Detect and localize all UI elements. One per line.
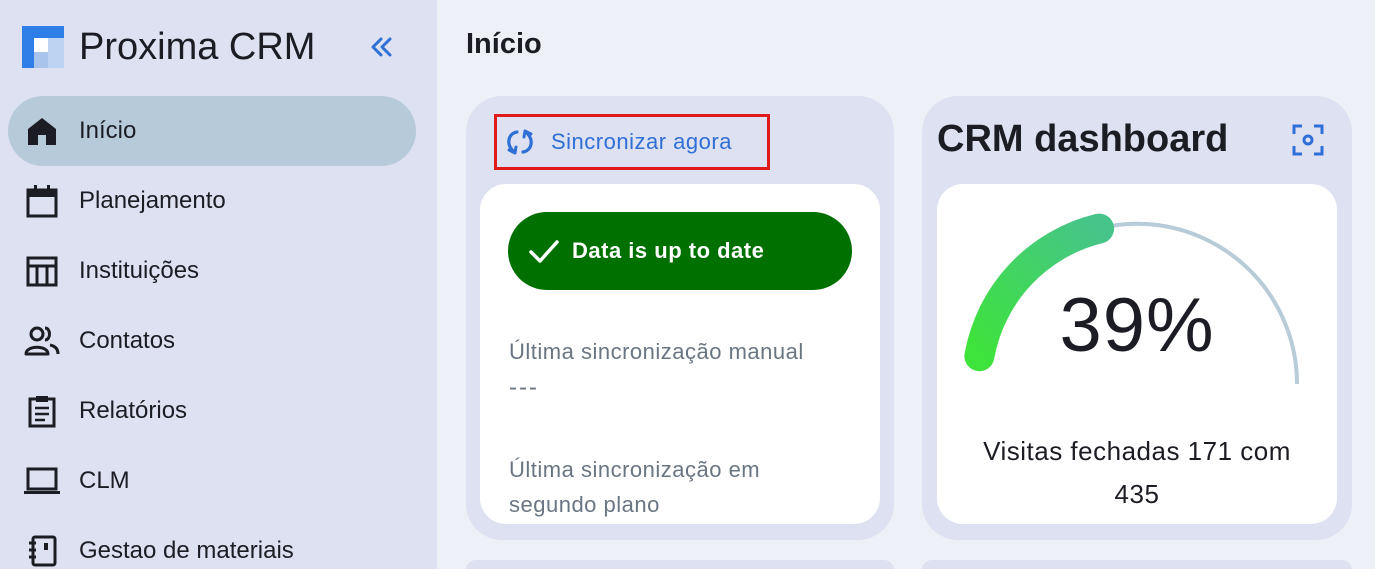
sync-status-label: Data is up to date: [572, 238, 765, 263]
brand: Proxima CRM: [22, 26, 422, 68]
sidebar-item-relatorios[interactable]: Relatórios: [8, 376, 416, 446]
gauge-percent-label: 39%: [1059, 283, 1215, 368]
crm-dashboard-title: CRM dashboard: [937, 118, 1229, 160]
check-icon: [526, 233, 562, 269]
sidebar-nav: Início Planejamento Instituições Contato…: [8, 96, 416, 569]
sync-status-panel: Data is up to date Última sincronização …: [480, 184, 880, 524]
brand-logo-icon: [22, 26, 64, 68]
calendar-icon: [22, 181, 62, 221]
institution-icon: [22, 251, 62, 291]
sidebar-item-contatos[interactable]: Contatos: [8, 306, 416, 376]
collapse-sidebar-button[interactable]: [364, 30, 398, 64]
sidebar-item-label: Planejamento: [79, 187, 226, 214]
sidebar-item-inicio[interactable]: Início: [8, 96, 416, 166]
page-title: Início: [466, 28, 542, 60]
sync-icon: [503, 125, 537, 159]
next-card-edge: [466, 560, 894, 569]
next-card-edge: [922, 560, 1352, 569]
report-icon: [22, 391, 62, 431]
sidebar-item-planejamento[interactable]: Planejamento: [8, 166, 416, 236]
sidebar: Proxima CRM Início Planejamento Institui…: [0, 0, 437, 569]
crm-dashboard-card: CRM dashboard 39% Visitas fechadas 171 c…: [922, 96, 1352, 540]
brand-name: Proxima CRM: [79, 26, 316, 68]
sync-now-label: Sincronizar agora: [551, 129, 732, 154]
laptop-icon: [22, 461, 62, 501]
visits-closed-text: Visitas fechadas 171 com 435: [983, 436, 1291, 509]
contacts-icon: [22, 321, 62, 361]
last-manual-sync-label: Última sincronização manual: [509, 339, 804, 364]
sync-now-button[interactable]: Sincronizar agora: [494, 114, 770, 170]
sidebar-item-label: Início: [79, 117, 137, 144]
fullscreen-button[interactable]: [1290, 122, 1326, 158]
home-icon: [22, 111, 62, 151]
sidebar-item-label: CLM: [79, 467, 130, 494]
sidebar-item-label: Gestao de materiais: [79, 537, 294, 564]
sidebar-item-gestao-materiais[interactable]: Gestao de materiais: [8, 516, 416, 569]
focus-frame-icon: [1292, 124, 1324, 156]
sync-card: Sincronizar agora Data is up to date Últ…: [466, 96, 894, 540]
sidebar-item-label: Relatórios: [79, 397, 188, 424]
sidebar-item-label: Contatos: [79, 327, 176, 354]
sync-status-badge: Data is up to date: [508, 212, 852, 290]
sidebar-item-label: Instituições: [79, 257, 200, 284]
double-chevron-left-icon: [371, 37, 392, 57]
last-manual-sync-value: ---: [509, 374, 539, 401]
last-background-sync-label: Última sincronização em segundo plano: [509, 457, 761, 517]
sidebar-item-clm[interactable]: CLM: [8, 446, 416, 516]
crm-gauge-panel: 39% Visitas fechadas 171 com 435: [937, 184, 1337, 524]
sidebar-item-instituicoes[interactable]: Instituições: [8, 236, 416, 306]
notebook-icon: [22, 531, 62, 569]
